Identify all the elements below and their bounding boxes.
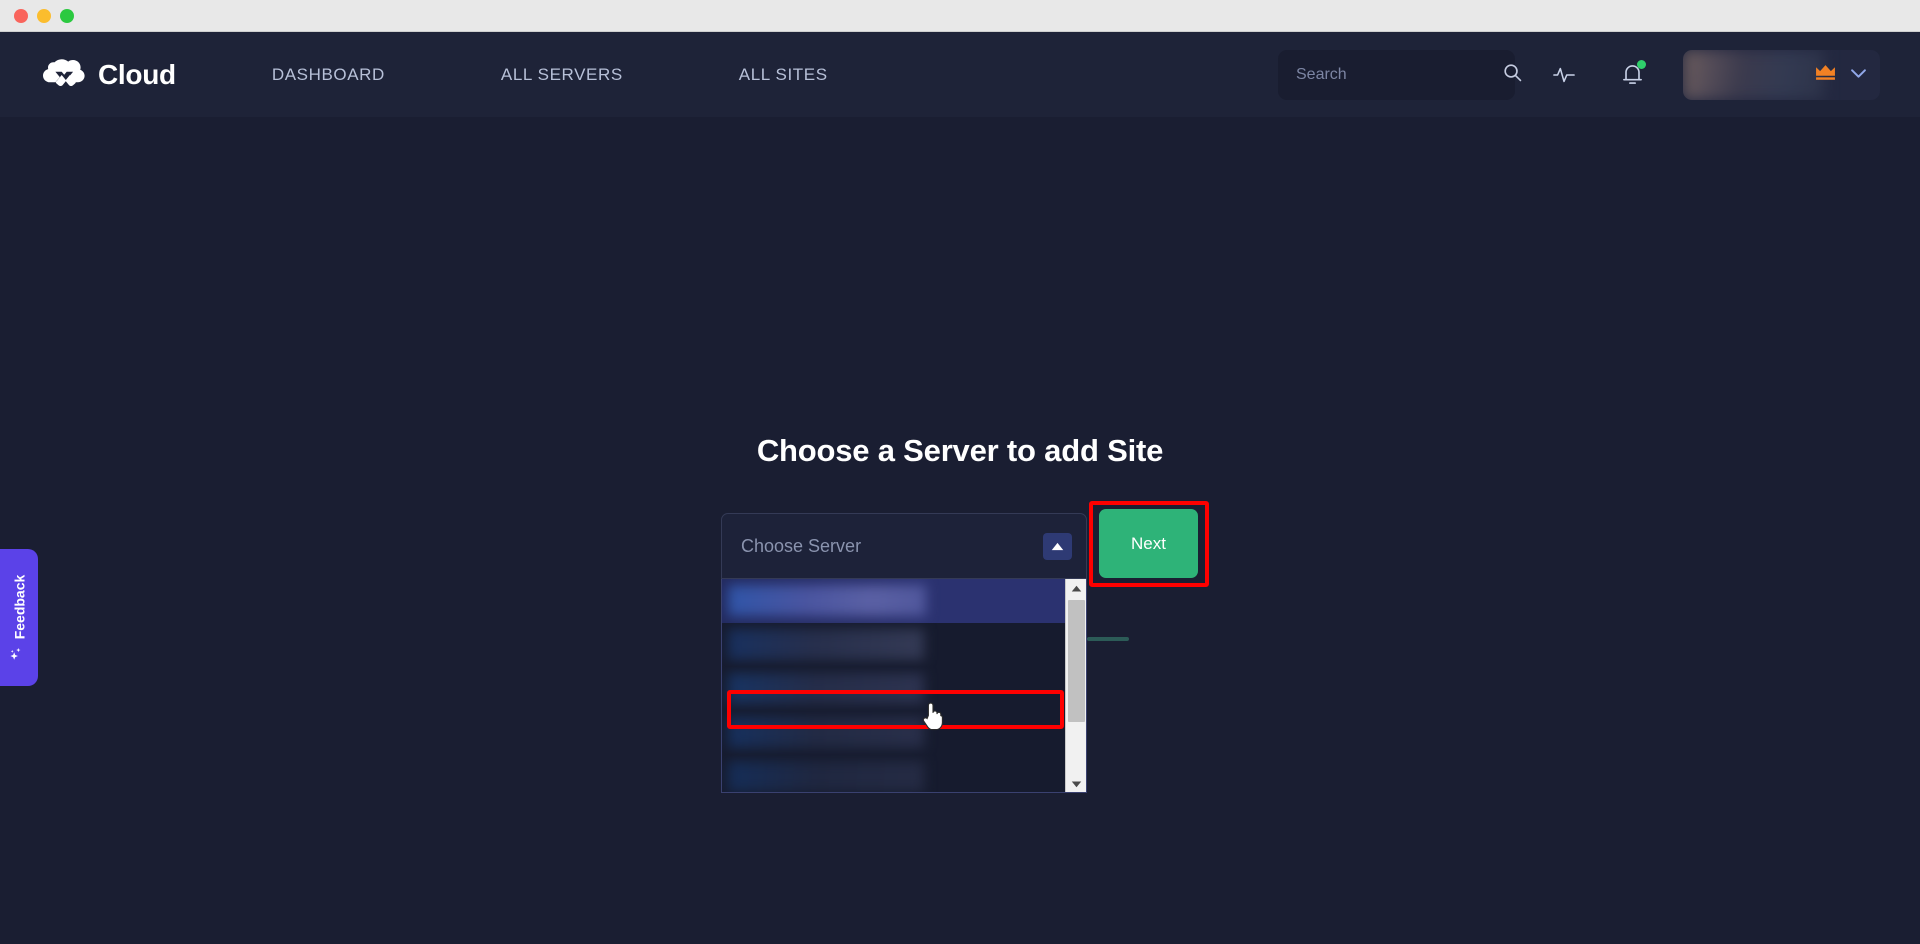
server-option-4[interactable] [722, 711, 1086, 755]
server-select: Choose Server [721, 513, 1087, 793]
server-option-2[interactable] [722, 623, 1086, 667]
server-option-3[interactable] [722, 667, 1086, 711]
scroll-up-arrow-icon[interactable] [1066, 579, 1086, 597]
window-minimize-button[interactable] [37, 9, 51, 23]
activity-pulse-icon[interactable] [1541, 52, 1587, 98]
redacted-label [728, 717, 924, 748]
cloud-x-logo-icon [43, 58, 89, 92]
server-select-trigger[interactable]: Choose Server [721, 513, 1087, 579]
options-scrollbar[interactable] [1065, 579, 1086, 793]
server-select-placeholder: Choose Server [741, 536, 861, 557]
redacted-label [728, 629, 924, 660]
main-navigation: DASHBOARD ALL SERVERS ALL SITES [272, 55, 828, 95]
scrollbar-thumb[interactable] [1068, 600, 1085, 722]
redacted-label [728, 761, 924, 792]
avatar [1683, 50, 1824, 100]
server-option-1[interactable] [722, 579, 1086, 623]
feedback-label: Feedback [11, 574, 27, 639]
next-button[interactable]: Next [1099, 509, 1198, 578]
chevron-down-icon[interactable] [1850, 66, 1867, 84]
notification-dot [1637, 60, 1646, 69]
scroll-down-arrow-icon[interactable] [1066, 775, 1087, 793]
bell-icon[interactable] [1609, 52, 1655, 98]
nav-item-all-sites[interactable]: ALL SITES [739, 55, 828, 95]
app-header: Cloud DASHBOARD ALL SERVERS ALL SITES [0, 32, 1920, 117]
window-zoom-button[interactable] [60, 9, 74, 23]
server-options-list[interactable] [721, 579, 1087, 793]
search-box[interactable] [1278, 50, 1515, 100]
search-input[interactable] [1296, 66, 1503, 84]
server-option-5[interactable] [722, 755, 1086, 793]
mouse-cursor-pointing-hand [921, 702, 945, 737]
brand-logo[interactable]: Cloud [43, 58, 176, 92]
header-actions [1278, 50, 1880, 100]
page-body: Choose a Server to add Site Choose Serve… [0, 117, 1920, 944]
nav-item-dashboard[interactable]: DASHBOARD [272, 55, 385, 95]
page-title: Choose a Server to add Site [0, 433, 1920, 469]
redacted-label [728, 673, 924, 704]
decorative-rule [1087, 637, 1129, 641]
caret-up-icon[interactable] [1043, 533, 1072, 560]
window-close-button[interactable] [14, 9, 28, 23]
brand-name: Cloud [98, 59, 176, 91]
nav-item-all-servers[interactable]: ALL SERVERS [501, 55, 623, 95]
user-menu[interactable] [1683, 50, 1880, 100]
search-icon[interactable] [1503, 63, 1522, 87]
browser-titlebar [0, 0, 1920, 32]
feedback-tab[interactable]: Feedback [0, 549, 38, 686]
redacted-label [728, 585, 926, 616]
sparkles-icon [9, 646, 29, 661]
crown-icon [1815, 64, 1836, 86]
